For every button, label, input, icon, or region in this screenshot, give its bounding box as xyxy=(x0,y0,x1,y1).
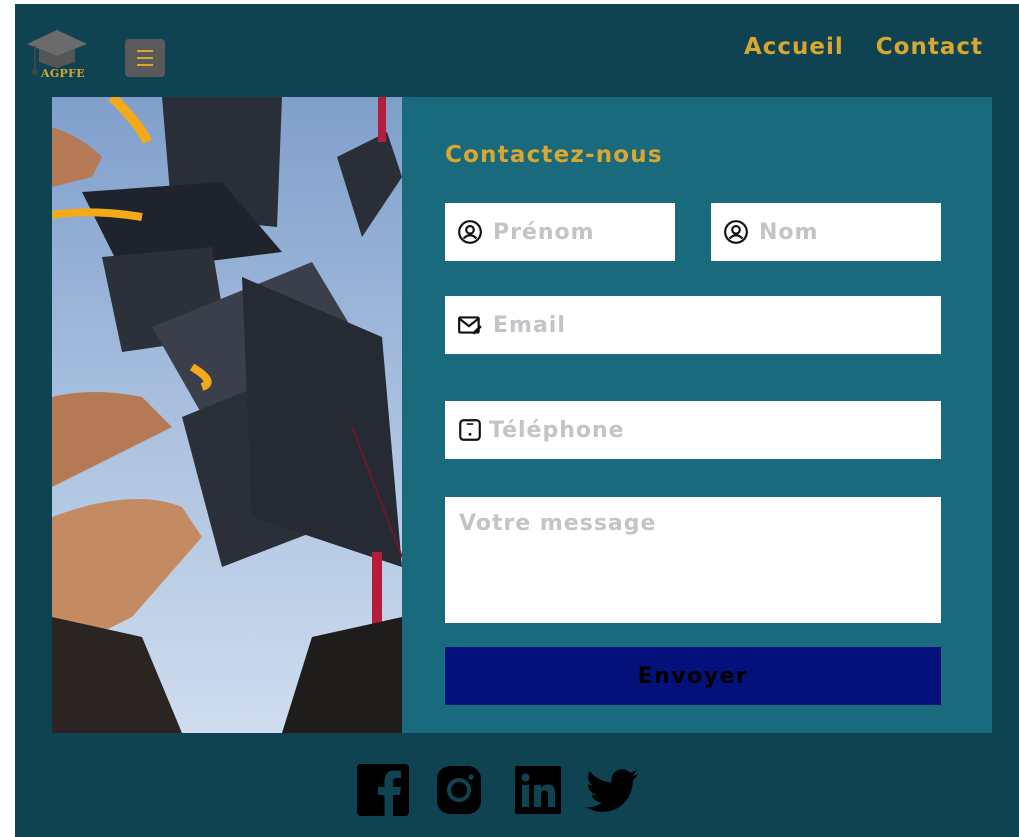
email-field[interactable]: Email xyxy=(445,296,941,354)
contact-card: Contactez-nous Prénom Nom Email Téléphon… xyxy=(52,97,992,733)
last-name-field[interactable]: Nom xyxy=(711,203,941,261)
agpfe-logo[interactable]: AGPFE xyxy=(25,26,91,84)
form-title: Contactez-nous xyxy=(445,142,663,168)
user-icon xyxy=(724,220,748,244)
menu-button[interactable] xyxy=(125,39,165,77)
message-textarea[interactable]: Votre message xyxy=(445,497,941,623)
phone-placeholder: Téléphone xyxy=(489,417,625,443)
phone-icon xyxy=(459,419,481,441)
phone-field[interactable]: Téléphone xyxy=(445,401,941,459)
first-name-field[interactable]: Prénom xyxy=(445,203,675,261)
email-placeholder: Email xyxy=(493,312,566,338)
graduation-photo xyxy=(52,97,402,733)
twitter-icon[interactable] xyxy=(585,764,639,816)
message-placeholder: Votre message xyxy=(459,511,657,536)
page: AGPFE Accueil Contact Contactez-nous Pré… xyxy=(15,4,1019,837)
last-name-placeholder: Nom xyxy=(759,219,819,245)
nav-link-accueil[interactable]: Accueil xyxy=(744,34,844,60)
instagram-icon[interactable] xyxy=(435,764,487,816)
first-name-placeholder: Prénom xyxy=(493,219,595,245)
logo-text: AGPFE xyxy=(41,67,85,80)
mail-edit-icon xyxy=(458,316,482,335)
top-nav: Accueil Contact xyxy=(744,34,983,60)
user-icon xyxy=(458,220,482,244)
linkedin-icon[interactable] xyxy=(514,764,566,816)
nav-link-contact[interactable]: Contact xyxy=(876,34,983,60)
facebook-icon[interactable] xyxy=(357,764,409,816)
submit-button[interactable]: Envoyer xyxy=(445,647,941,705)
